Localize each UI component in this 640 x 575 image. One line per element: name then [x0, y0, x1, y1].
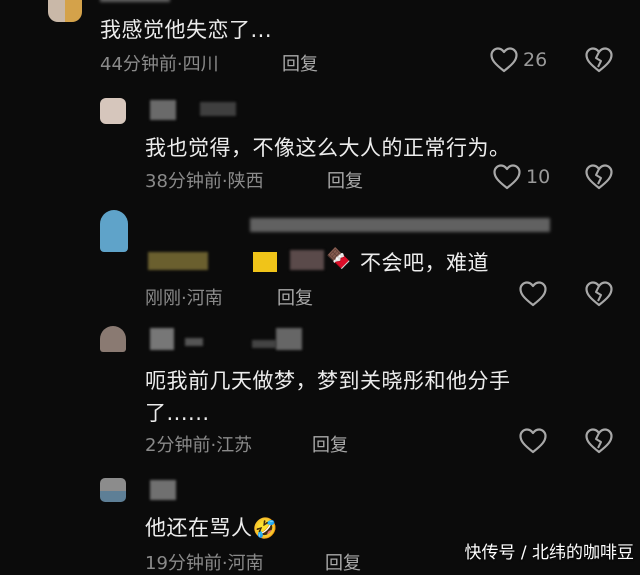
heart-outline-icon[interactable] — [519, 281, 547, 307]
username-blurred — [290, 250, 324, 270]
comment-time: 19分钟前 — [145, 553, 222, 574]
username-blurred — [185, 338, 203, 346]
comment-time: 刚刚 — [145, 288, 181, 309]
broken-heart-icon[interactable] — [585, 281, 613, 307]
chocolate-emoji: 🍫 — [326, 246, 351, 270]
comment-location: 河南 — [227, 553, 264, 574]
sticker-square — [253, 252, 277, 272]
comment-location: 河南 — [186, 288, 223, 309]
heart-outline-icon[interactable] — [519, 428, 547, 454]
broken-heart-icon[interactable] — [585, 164, 613, 190]
username-blurred — [100, 0, 170, 2]
comment-location: 陕西 — [227, 171, 264, 192]
reply-button[interactable]: 回复 — [325, 549, 361, 575]
username-blurred — [200, 102, 236, 116]
username-blurred — [150, 480, 176, 500]
watermark: 快传号 / 北纬的咖啡豆 — [464, 543, 634, 563]
heart-outline-icon[interactable] — [493, 164, 521, 190]
like-count: 10 — [526, 166, 551, 188]
comment-time: 2分钟前 — [145, 435, 211, 456]
reply-button[interactable]: 回复 — [282, 50, 318, 76]
comment-text-body: 他还在骂人 — [145, 516, 253, 540]
comment-location: 江苏 — [216, 435, 253, 456]
comment-meta: 2分钟前·江苏 — [145, 431, 252, 457]
comment-text: 不会吧，难道 — [360, 251, 489, 275]
reply-button[interactable]: 回复 — [312, 431, 348, 457]
comment-text: 我也觉得，不像这么大人的正常行为。 — [145, 136, 511, 160]
username-blurred — [150, 100, 176, 120]
comment-time: 44分钟前 — [100, 54, 177, 75]
broken-heart-icon[interactable] — [585, 47, 613, 73]
broken-heart-icon[interactable] — [585, 428, 613, 454]
comment-time: 38分钟前 — [145, 171, 222, 192]
comment-meta: 19分钟前·河南 — [145, 549, 264, 575]
comment-text: 我感觉他失恋了... — [100, 18, 273, 42]
comment-meta: 44分钟前·四川 — [100, 50, 219, 76]
rofl-emoji: 🤣 — [252, 516, 278, 540]
heart-outline-icon[interactable] — [490, 47, 518, 73]
comment-text: 他还在骂人🤣 — [145, 512, 278, 542]
username-blurred — [252, 340, 276, 348]
quoted-text-blurred — [250, 218, 550, 232]
reply-button[interactable]: 回复 — [277, 284, 313, 310]
avatar[interactable] — [100, 98, 126, 124]
avatar[interactable] — [100, 478, 126, 502]
avatar[interactable] — [100, 326, 126, 352]
like-count: 26 — [523, 49, 548, 71]
username-blurred — [148, 252, 208, 270]
comment-text-line-1: 呃我前几天做梦，梦到关晓彤和他分手 — [145, 369, 511, 393]
comment-meta: 刚刚·河南 — [145, 284, 223, 310]
avatar[interactable] — [100, 210, 128, 252]
avatar[interactable] — [48, 0, 82, 22]
comment-meta: 38分钟前·陕西 — [145, 167, 264, 193]
username-blurred — [150, 328, 174, 350]
username-blurred — [276, 328, 302, 350]
comment-location: 四川 — [182, 54, 219, 75]
comment-text-line-2: 了...... — [145, 401, 210, 425]
reply-button[interactable]: 回复 — [327, 167, 363, 193]
